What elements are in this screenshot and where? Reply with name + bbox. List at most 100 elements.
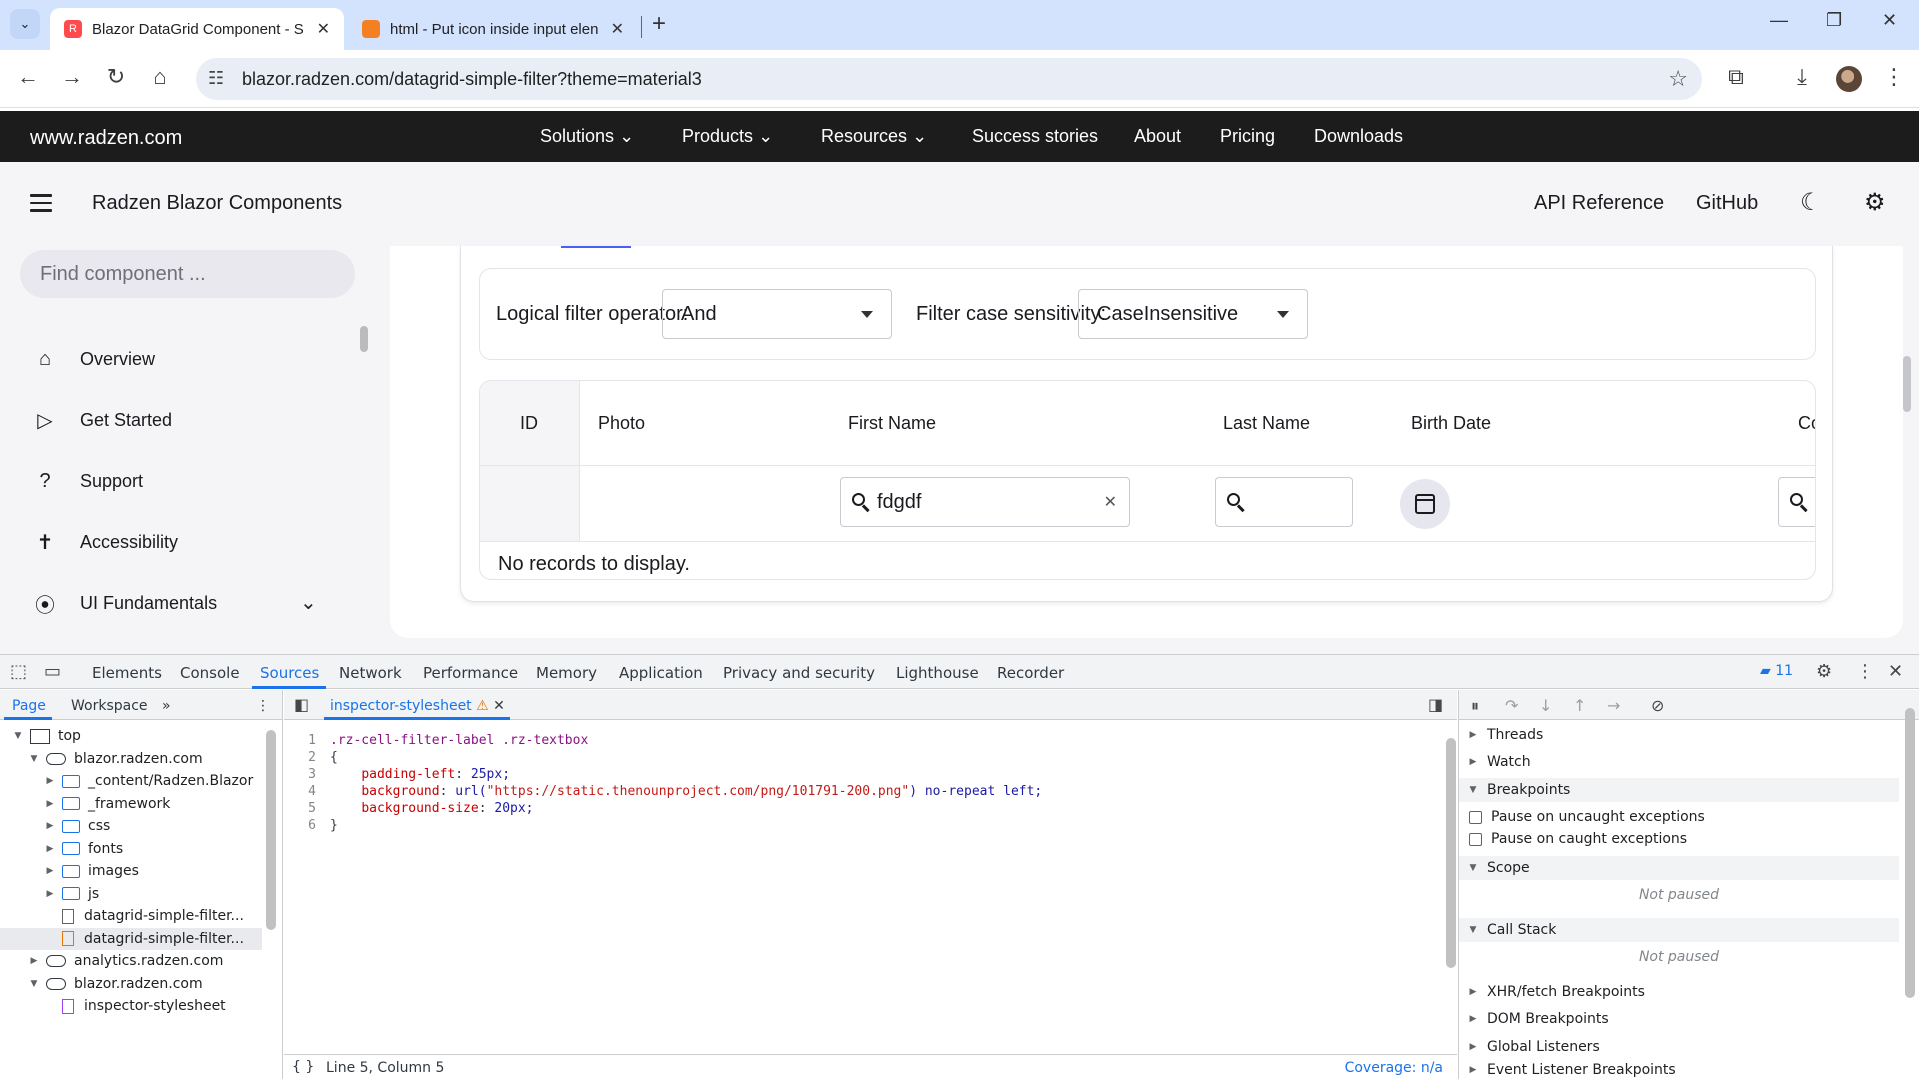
settings-gear-icon[interactable]: ⚙ <box>1864 188 1886 217</box>
nav-downloads[interactable]: Downloads <box>1314 126 1403 147</box>
section-dom-breakpoints[interactable]: ▶ DOM Breakpoints <box>1459 1007 1899 1031</box>
column-header-co[interactable]: Co <box>1780 381 1815 465</box>
step-over-icon[interactable]: ↷ <box>1505 696 1518 715</box>
more-tabs-icon[interactable]: » <box>162 698 171 714</box>
expanded-triangle-icon[interactable]: ▼ <box>28 754 40 764</box>
collapsed-triangle-icon[interactable]: ▶ <box>44 776 56 786</box>
download-icon[interactable]: ⤓ <box>1788 64 1816 90</box>
toggle-debugger-icon[interactable]: ◨ <box>1428 695 1443 714</box>
browser-tab-inactive[interactable]: html - Put icon inside input elen ✕ <box>348 8 638 50</box>
extensions-icon[interactable]: ⧉ <box>1722 64 1750 90</box>
reload-icon[interactable]: ↻ <box>102 64 130 90</box>
section-threads[interactable]: ▶ Threads <box>1459 723 1899 747</box>
tree-item[interactable]: ▶ fonts <box>0 838 262 860</box>
tree-item[interactable]: datagrid-simple-filter... <box>0 927 262 950</box>
line-number[interactable]: 6 <box>284 818 330 833</box>
tab-lighthouse[interactable]: Lighthouse <box>896 664 979 682</box>
section-scope[interactable]: ▼ Scope <box>1459 856 1899 880</box>
nav-pricing[interactable]: Pricing <box>1220 126 1275 147</box>
last-name-filter-input[interactable] <box>1215 477 1353 527</box>
line-number[interactable]: 4 <box>284 784 330 799</box>
tree-item[interactable]: datagrid-simple-filter... <box>0 905 262 927</box>
step-out-icon[interactable]: ↑ <box>1573 696 1586 715</box>
collapsed-triangle-icon[interactable]: ▶ <box>44 799 56 809</box>
column-header-photo[interactable]: Photo <box>580 381 645 465</box>
tab-sources[interactable]: Sources <box>260 664 319 682</box>
tab-console[interactable]: Console <box>180 664 240 682</box>
collapsed-triangle-icon[interactable]: ▶ <box>44 866 56 876</box>
collapsed-triangle-icon[interactable]: ▶ <box>44 821 56 831</box>
sidebar-item-support[interactable]: ? Support <box>30 466 143 496</box>
nav-about[interactable]: About <box>1134 126 1181 147</box>
section-watch[interactable]: ▶ Watch <box>1459 750 1899 774</box>
browser-menu-icon[interactable]: ⋮ <box>1880 64 1908 90</box>
column-header-birth-date[interactable]: Birth Date <box>1393 381 1491 465</box>
devtools-more-icon[interactable]: ⋮ <box>1856 661 1874 682</box>
menu-toggle-icon[interactable] <box>30 194 52 217</box>
tree-item[interactable]: ▶ css <box>0 815 262 837</box>
sidebar-item-ui-fundamentals[interactable]: ⦿ UI Fundamentals <box>30 588 217 618</box>
toggle-navigator-icon[interactable]: ◧ <box>294 695 309 714</box>
find-component-input[interactable]: Find component ... <box>20 250 355 298</box>
line-number[interactable]: 1 <box>284 733 330 748</box>
tree-item[interactable]: ▶ _framework <box>0 793 262 815</box>
home-icon[interactable]: ⌂ <box>146 64 174 90</box>
tab-search-button[interactable]: ⌄ <box>10 9 40 39</box>
new-tab-button[interactable]: + <box>652 10 666 38</box>
tab-application[interactable]: Application <box>619 664 703 682</box>
sidebar-item-get-started[interactable]: ▷ Get Started <box>30 405 172 435</box>
close-window-icon[interactable]: ✕ <box>1882 10 1897 31</box>
code-line[interactable]: 6} <box>284 815 338 836</box>
navigator-tab-page[interactable]: Page <box>12 698 46 714</box>
debugger-scrollbar[interactable] <box>1905 708 1915 998</box>
dark-mode-icon[interactable]: ☾ <box>1800 188 1822 217</box>
first-name-filter-input[interactable]: fdgdf ✕ <box>840 477 1130 527</box>
devtools-settings-icon[interactable]: ⚙ <box>1816 661 1832 682</box>
minimize-icon[interactable]: — <box>1770 10 1788 31</box>
navigator-scrollbar[interactable] <box>266 730 276 930</box>
sidebar-scrollbar[interactable] <box>360 326 368 352</box>
section-event-listener-breakpoints[interactable]: ▶ Event Listener Breakpoints <box>1459 1060 1899 1079</box>
birth-date-filter-button[interactable] <box>1400 479 1450 529</box>
section-call-stack[interactable]: ▼ Call Stack <box>1459 918 1899 942</box>
radzen-brand-link[interactable]: www.radzen.com <box>30 127 182 150</box>
close-editor-tab-icon[interactable]: ✕ <box>493 698 505 714</box>
close-tab-icon[interactable]: ✕ <box>317 19 330 39</box>
tree-item[interactable]: inspector-stylesheet <box>0 995 262 1017</box>
expanded-triangle-icon[interactable]: ▼ <box>12 731 24 741</box>
coverage-label[interactable]: Coverage: n/a <box>1345 1060 1443 1076</box>
line-number[interactable]: 3 <box>284 767 330 782</box>
bookmark-star-icon[interactable]: ☆ <box>1668 66 1688 92</box>
column-header-id[interactable]: ID <box>502 381 538 465</box>
logical-operator-select[interactable]: And <box>662 289 892 339</box>
nav-resources[interactable]: Resources ⌄ <box>821 126 927 147</box>
tree-item[interactable]: ▶ analytics.radzen.com <box>0 950 262 972</box>
collapsed-triangle-icon[interactable]: ▶ <box>28 956 40 966</box>
column-header-last-name[interactable]: Last Name <box>1205 381 1310 465</box>
pause-uncaught-checkbox[interactable]: Pause on uncaught exceptions <box>1469 806 1705 828</box>
browser-tab-active[interactable]: R Blazor DataGrid Component - S ✕ <box>50 8 344 50</box>
tree-item[interactable]: ▼ top <box>0 725 262 747</box>
close-tab-icon[interactable]: ✕ <box>611 19 624 39</box>
step-icon[interactable]: → <box>1607 696 1620 715</box>
issues-badge[interactable]: ▰ 11 <box>1760 663 1793 679</box>
navigator-menu-icon[interactable]: ⋮ <box>256 698 270 714</box>
tab-recorder[interactable]: Recorder <box>997 664 1064 682</box>
pause-icon[interactable]: ⏸ <box>1471 696 1479 716</box>
tab-privacy-security[interactable]: Privacy and security <box>723 664 875 682</box>
clear-filter-icon[interactable]: ✕ <box>1104 492 1117 512</box>
tree-item[interactable]: ▼ blazor.radzen.com <box>0 748 262 770</box>
step-into-icon[interactable]: ↓ <box>1539 696 1552 715</box>
section-breakpoints[interactable]: ▼ Breakpoints <box>1459 778 1899 802</box>
line-number[interactable]: 2 <box>284 750 330 765</box>
tree-item[interactable]: ▶ js <box>0 883 262 905</box>
nav-products[interactable]: Products ⌄ <box>682 126 773 147</box>
github-link[interactable]: GitHub <box>1696 192 1758 215</box>
forward-icon[interactable]: → <box>58 64 86 90</box>
site-info-icon[interactable]: ☷ <box>208 68 224 89</box>
column-header-first-name[interactable]: First Name <box>830 381 936 465</box>
tab-memory[interactable]: Memory <box>536 664 597 682</box>
tree-item[interactable]: ▶ images <box>0 860 262 882</box>
api-reference-link[interactable]: API Reference <box>1534 192 1664 215</box>
pause-caught-checkbox[interactable]: Pause on caught exceptions <box>1469 828 1687 850</box>
